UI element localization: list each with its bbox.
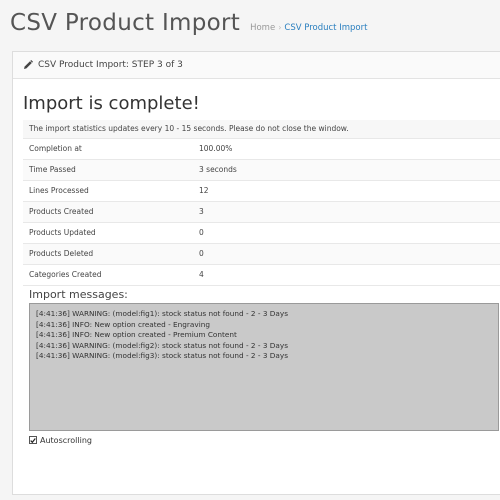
import-complete-title: Import is complete! bbox=[23, 93, 200, 114]
stats-row: Lines Processed 12 bbox=[23, 179, 500, 201]
stats-row: Products Updated 0 bbox=[23, 221, 500, 243]
log-line: [4:41:36] INFO: New option created - Pre… bbox=[36, 330, 237, 339]
page-title: CSV Product Import bbox=[10, 10, 241, 36]
autoscrolling-checkbox[interactable] bbox=[29, 436, 37, 444]
autoscrolling-label: Autoscrolling bbox=[40, 435, 92, 445]
page-header: CSV Product Import Home › CSV Product Im… bbox=[10, 10, 500, 44]
breadcrumb-current-link[interactable]: CSV Product Import bbox=[284, 23, 367, 33]
stats-value: 12 bbox=[189, 179, 500, 201]
log-line: [4:41:36] WARNING: (model:fig3): stock s… bbox=[36, 351, 289, 360]
stats-value: 4 bbox=[189, 263, 500, 285]
import-messages-log[interactable]: [4:41:36] WARNING: (model:fig1): stock s… bbox=[29, 303, 499, 431]
stats-value: 0 bbox=[189, 221, 500, 243]
log-line: [4:41:36] INFO: New option created - Eng… bbox=[36, 319, 210, 329]
stats-notice-row: The import statistics updates every 10 -… bbox=[23, 120, 500, 138]
stats-value: 100.00% bbox=[189, 137, 500, 159]
stats-row: Time Passed 3 seconds bbox=[23, 158, 500, 180]
stats-label: Lines Processed bbox=[23, 179, 189, 201]
stats-label: Products Deleted bbox=[23, 242, 189, 264]
checkmark-icon bbox=[30, 437, 36, 443]
stats-label: Time Passed bbox=[23, 158, 189, 180]
breadcrumb-home-link[interactable]: Home bbox=[250, 23, 275, 33]
stats-label: Categories Created bbox=[23, 263, 189, 285]
pencil-icon bbox=[23, 60, 33, 70]
breadcrumb: Home › CSV Product Import bbox=[250, 23, 367, 33]
panel-heading: CSV Product Import: STEP 3 of 3 bbox=[13, 52, 500, 79]
breadcrumb-separator: › bbox=[278, 23, 282, 32]
stats-row: Products Created 3 bbox=[23, 200, 500, 222]
autoscrolling-toggle[interactable]: Autoscrolling bbox=[29, 434, 500, 446]
import-panel: CSV Product Import: STEP 3 of 3 Import i… bbox=[12, 51, 500, 495]
log-line: [4:41:36] WARNING: (model:fig1): stock s… bbox=[36, 309, 289, 318]
import-stats-table: The import statistics updates every 10 -… bbox=[23, 120, 500, 285]
stats-notice: The import statistics updates every 10 -… bbox=[23, 120, 500, 138]
panel-body: Import is complete! The import statistic… bbox=[13, 92, 500, 446]
import-messages-title: Import messages: bbox=[23, 285, 500, 303]
stats-value: 3 bbox=[189, 200, 500, 222]
stats-value: 3 seconds bbox=[189, 158, 500, 180]
stats-row: Categories Created 4 bbox=[23, 263, 500, 285]
stats-row: Completion at 100.00% bbox=[23, 137, 500, 159]
stats-value: 0 bbox=[189, 242, 500, 264]
log-line: [4:41:36] WARNING: (model:fig2): stock s… bbox=[36, 340, 289, 350]
stats-label: Completion at bbox=[23, 137, 189, 159]
panel-heading-text: CSV Product Import: STEP 3 of 3 bbox=[38, 60, 183, 70]
stats-row: Products Deleted 0 bbox=[23, 242, 500, 264]
stats-label: Products Updated bbox=[23, 221, 189, 243]
stats-label: Products Created bbox=[23, 200, 189, 222]
